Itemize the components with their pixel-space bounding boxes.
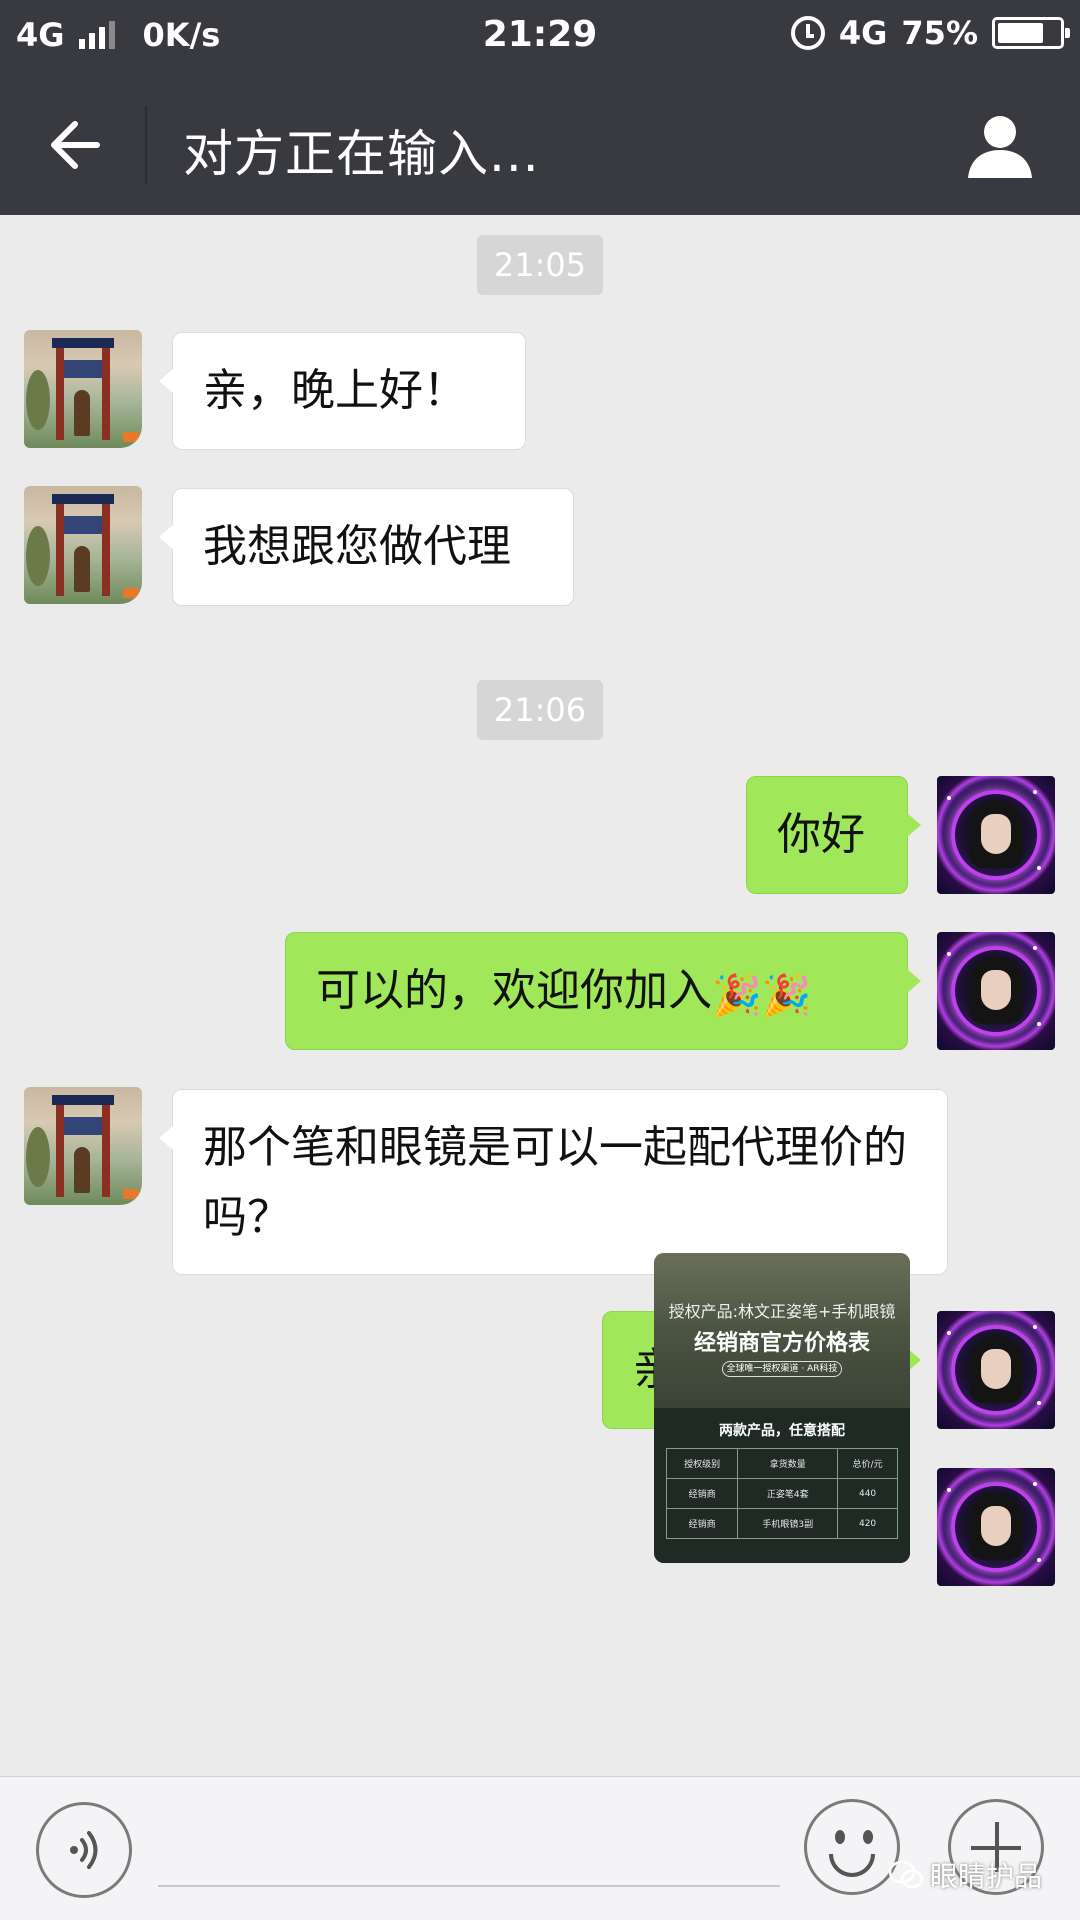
message-input[interactable] xyxy=(158,1817,780,1887)
person-icon xyxy=(968,116,1032,178)
my-avatar[interactable] xyxy=(937,932,1055,1050)
table-cell: 授权级别 xyxy=(665,1448,739,1479)
table-cell: 手机眼镜3副 xyxy=(737,1508,839,1539)
sent-message[interactable]: 你好 xyxy=(746,776,921,894)
voice-icon xyxy=(70,1831,98,1869)
sent-message[interactable]: 可以的，欢迎你加入🎉🎉 xyxy=(285,932,921,1050)
network-type-right: 4G xyxy=(838,14,888,52)
received-message[interactable]: 我想跟您做代理 xyxy=(159,488,574,606)
profile-button[interactable] xyxy=(960,106,1040,186)
table-cell: 拿货数量 xyxy=(737,1448,839,1479)
image-caption-badge: 全球唯一授权渠道 · AR科技 xyxy=(722,1361,842,1377)
received-message[interactable]: 亲，晚上好！ xyxy=(159,332,526,450)
table-cell: 总价/元 xyxy=(837,1448,898,1479)
top-bar: 4G 0K/s 21:29 4G 75% 对方正在输入... xyxy=(0,0,1080,215)
image-header: 授权产品:林文正姿笔+手机眼镜 经销商官方价格表 全球唯一授权渠道 · AR科技 xyxy=(654,1253,910,1408)
emoji-button[interactable] xyxy=(804,1799,900,1895)
my-avatar[interactable] xyxy=(937,776,1055,894)
watermark-text: 眼睛护品 xyxy=(930,1860,1043,1893)
table-row: 授权级别 拿货数量 总价/元 xyxy=(665,1448,898,1479)
table-cell: 440 xyxy=(837,1478,898,1509)
image-caption-title: 经销商官方价格表 xyxy=(693,1331,870,1356)
image-subtitle: 两款产品，任意搭配 xyxy=(719,1423,845,1439)
voice-button[interactable] xyxy=(36,1802,132,1898)
price-table: 授权级别 拿货数量 总价/元 经销商 正姿笔4套 440 经销商 手机眼镜3副 … xyxy=(665,1448,898,1539)
title-bar: 对方正在输入... xyxy=(0,76,1080,215)
title-divider xyxy=(145,106,147,184)
image-price-section: 两款产品，任意搭配 授权级别 拿货数量 总价/元 经销商 正姿笔4套 440 经… xyxy=(654,1408,910,1563)
contact-avatar[interactable] xyxy=(24,330,142,448)
chat-area[interactable]: 21:05 亲，晚上好！ 我想跟您做代理 21:06 你好 可以的，欢迎你加入🎉… xyxy=(0,215,1080,1775)
timestamp: 21:05 xyxy=(477,235,603,295)
arrow-left-icon xyxy=(51,121,100,169)
my-avatar[interactable] xyxy=(937,1311,1055,1429)
status-bar: 4G 0K/s 21:29 4G 75% xyxy=(0,0,1080,76)
chat-title: 对方正在输入... xyxy=(183,125,540,183)
table-cell: 经销商 xyxy=(665,1508,739,1539)
table-cell: 420 xyxy=(837,1508,898,1539)
my-avatar[interactable] xyxy=(937,1468,1055,1586)
battery-percent: 75% xyxy=(901,14,978,52)
table-cell: 经销商 xyxy=(665,1478,739,1509)
battery-icon xyxy=(992,17,1070,49)
received-message[interactable]: 那个笔和眼镜是可以一起配代理价的吗？ xyxy=(159,1089,948,1275)
input-bar xyxy=(0,1776,1080,1920)
table-row: 经销商 手机眼镜3副 420 xyxy=(665,1508,898,1539)
message-text: 可以的，欢迎你加入 xyxy=(316,965,712,1016)
table-row: 经销商 正姿笔4套 440 xyxy=(665,1478,898,1509)
status-right: 4G 75% xyxy=(790,14,1070,52)
watermark: 眼睛护品 xyxy=(888,1855,1042,1895)
wechat-logo-icon xyxy=(888,1860,924,1889)
image-caption-line1: 授权产品:林文正姿笔+手机眼镜 xyxy=(668,1302,896,1321)
timestamp: 21:06 xyxy=(477,680,603,740)
back-button[interactable] xyxy=(30,110,120,180)
contact-avatar[interactable] xyxy=(24,486,142,604)
contact-avatar[interactable] xyxy=(24,1087,142,1205)
alarm-icon xyxy=(790,16,825,50)
party-popper-icon: 🎉🎉 xyxy=(712,973,812,1019)
table-cell: 正姿笔4套 xyxy=(737,1478,839,1509)
image-message[interactable]: 授权产品:林文正姿笔+手机眼镜 经销商官方价格表 全球唯一授权渠道 · AR科技… xyxy=(654,1253,910,1563)
